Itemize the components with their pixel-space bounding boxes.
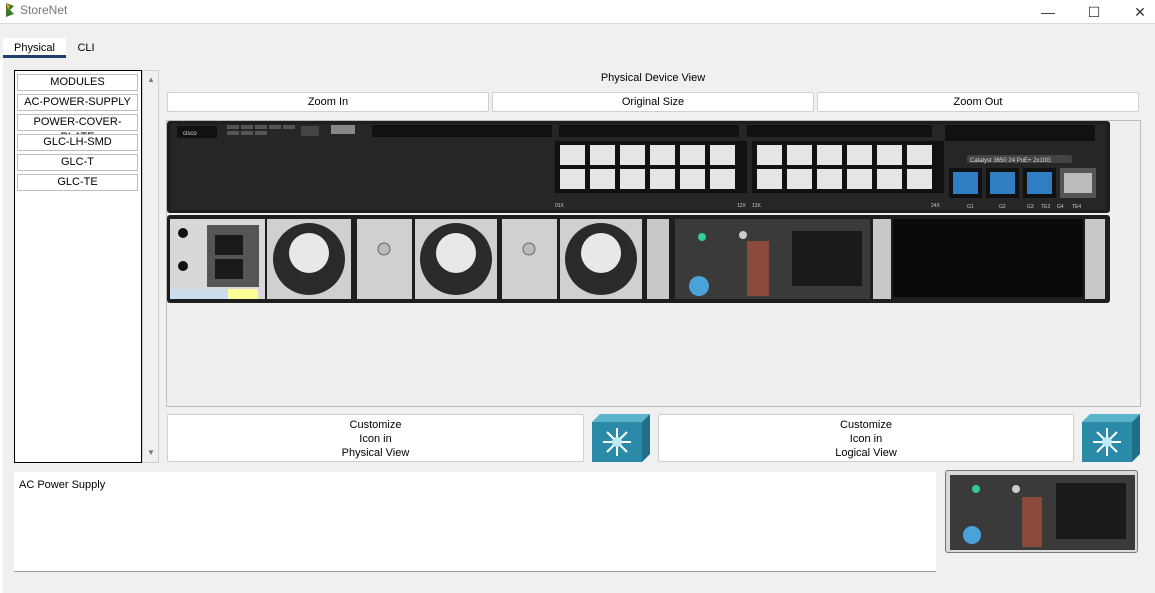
window-title: StoreNet [20,3,68,17]
uplink-label-g1: G1 [967,204,974,210]
model-label: Catalyst 3650 24 PoE+ 2x10G [970,158,1051,164]
tab-cli[interactable]: CLI [68,38,104,58]
port-range-start-left: 01X [555,203,565,209]
customize-logical-line-3: Logical View [835,447,897,459]
title-bar: StoreNet — ☐ ✕ [0,0,1155,24]
uplink-label-g2: G2 [999,204,1006,210]
multilayer-switch-icon [1082,414,1140,462]
modules-scrollbar[interactable]: ▲ ▼ [142,70,159,463]
uplink-label-g4: G4 [1057,204,1064,210]
scroll-up-arrow-icon[interactable]: ▲ [146,75,156,85]
customize-physical-line-2: Icon in [359,433,392,445]
multilayer-switch-icon [592,414,650,462]
module-description-box: AC Power Supply [14,472,936,572]
customize-logical-icon-button[interactable]: Customize Icon in Logical View [658,414,1074,462]
module-preview-image [945,470,1138,553]
module-item-ac-power-supply[interactable]: AC-POWER-SUPPLY [17,94,138,111]
minimize-button[interactable]: — [1025,0,1071,24]
cisco-logo-text: cisco [183,131,197,137]
port-range-start-right: 13X [752,203,762,209]
module-item-power-cover-plate[interactable]: POWER-COVER-PLATE [17,114,138,143]
module-item-glc-lh-smd[interactable]: GLC-LH-SMD [17,134,138,151]
port-range-end-left: 12X [737,203,747,209]
module-description-text: AC Power Supply [19,479,106,491]
module-item-glc-t[interactable]: GLC-T [17,154,138,171]
uplink-label-te4: TE4 [1072,204,1081,210]
customize-physical-line-3: Physical View [341,447,410,459]
modules-list: MODULES AC-POWER-SUPPLY POWER-COVER-PLAT… [14,70,142,463]
close-button[interactable]: ✕ [1117,0,1155,24]
uplink-label-te3: TE3 [1041,204,1050,210]
switch-rear-panel-image: cisco 01X 12X 13X 24X Catalyst 3650 24 P… [167,121,1110,303]
physical-device-view-label: Physical Device View [600,72,706,84]
customize-logical-line-2: Icon in [849,433,883,445]
app-icon [6,3,14,17]
module-item-glc-te[interactable]: GLC-TE [17,174,138,191]
power-supply-preview-icon [950,475,1135,550]
tab-physical[interactable]: Physical [3,38,66,58]
customize-physical-icon-button[interactable]: Customize Icon in Physical View [167,414,584,462]
original-size-button[interactable]: Original Size [492,92,814,112]
customize-logical-line-1: Customize [840,419,892,431]
tab-bar: Physical CLI [0,24,1155,60]
customize-physical-line-1: Customize [349,419,402,431]
zoom-out-button[interactable]: Zoom Out [817,92,1139,112]
scroll-down-arrow-icon[interactable]: ▼ [146,448,156,458]
uplink-label-g3: G3 [1027,204,1034,210]
zoom-in-button[interactable]: Zoom In [167,92,489,112]
maximize-button[interactable]: ☐ [1071,0,1117,24]
port-range-end-right: 24X [931,203,941,209]
module-item-modules[interactable]: MODULES [17,74,138,91]
device-view-area[interactable]: cisco 01X 12X 13X 24X Catalyst 3650 24 P… [166,120,1141,407]
